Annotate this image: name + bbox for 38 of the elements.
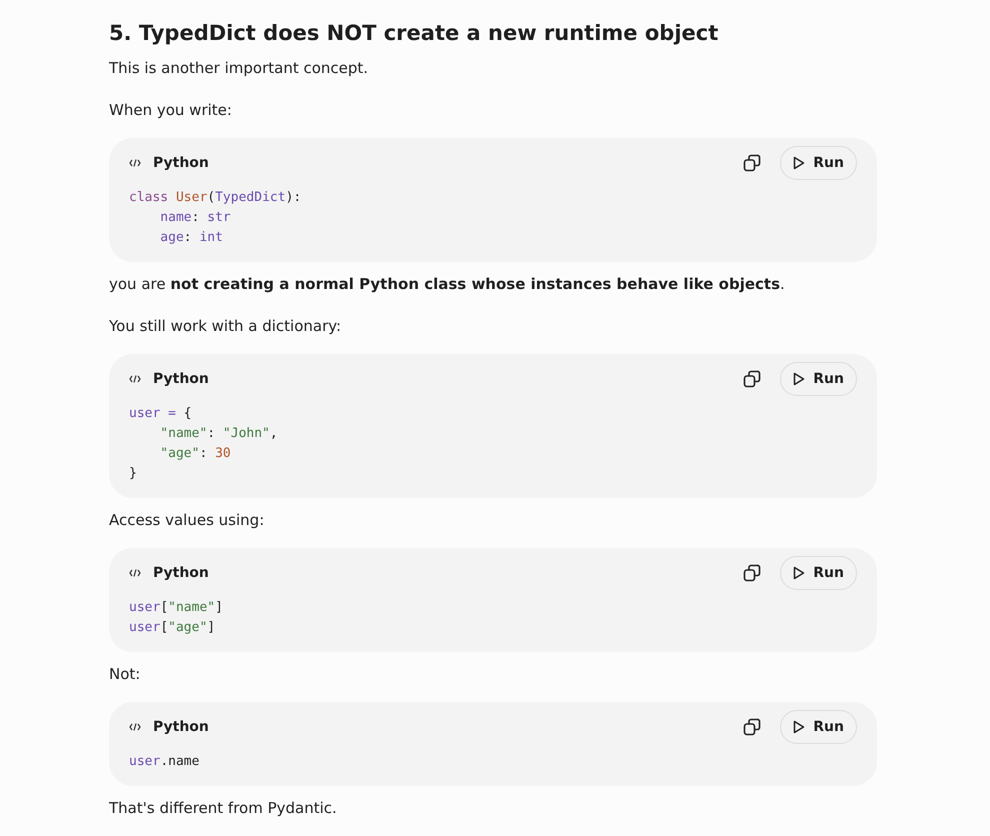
code-line: } [129, 465, 138, 483]
code-icon [129, 722, 141, 732]
paragraph: This is another important concept. [109, 58, 370, 79]
code-line: user["age"] [129, 619, 216, 637]
paragraph: That's different from Pydantic. [109, 798, 338, 819]
code-language: Python [153, 370, 209, 388]
run-button[interactable]: Run [780, 710, 857, 744]
code-line: "name": "John", [159, 425, 279, 443]
code-icon [129, 158, 141, 168]
copy-icon [743, 718, 762, 736]
copy-icon [743, 370, 762, 388]
code-line: user = { [129, 405, 193, 423]
play-icon [793, 156, 806, 170]
copy-icon [743, 564, 762, 582]
code-line: user["name"] [129, 599, 224, 617]
code-line: class User(TypedDict): [129, 189, 302, 207]
code-language: Python [153, 564, 209, 582]
code-line: age: int [159, 229, 224, 247]
paragraph: Access values using: [109, 510, 266, 531]
run-button[interactable]: Run [780, 362, 857, 396]
run-button[interactable]: Run [780, 556, 857, 590]
paragraph: Not: [109, 664, 142, 685]
run-button[interactable]: Run [780, 146, 857, 180]
paragraph: When you write: [109, 100, 233, 121]
code-icon [129, 568, 141, 578]
section-heading: 5. TypedDict does NOT create a new runtime object [109, 20, 720, 47]
play-icon [793, 372, 806, 386]
paragraph: You still work with a dictionary: [109, 316, 342, 337]
code-line: user.name [129, 753, 200, 771]
code-line: name: str [159, 209, 232, 227]
code-language: Python [153, 718, 209, 736]
paragraph: you are not creating a normal Python class whose instances behave like objects. [109, 274, 786, 295]
code-language: Python [153, 154, 209, 172]
copy-icon [743, 154, 762, 172]
code-icon [129, 374, 141, 384]
play-icon [793, 566, 806, 580]
code-line: "age": 30 [159, 445, 232, 463]
play-icon [793, 720, 806, 734]
